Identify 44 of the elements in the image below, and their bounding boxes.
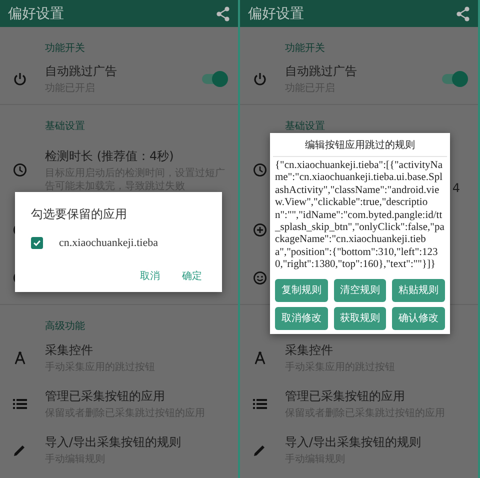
share-icon[interactable] xyxy=(456,6,470,22)
clock-icon xyxy=(12,163,26,177)
dialog-text-button[interactable]: 取消 xyxy=(136,267,164,285)
section-header: 功能开关 xyxy=(45,42,85,55)
clock-icon xyxy=(252,163,266,177)
setting-title[interactable]: 自动跳过广告 xyxy=(285,63,430,80)
rule-action-button[interactable]: 清空规则 xyxy=(334,278,386,302)
checkbox[interactable] xyxy=(31,237,43,249)
rule-action-button[interactable]: 粘贴规则 xyxy=(392,278,445,302)
drafting-compass-icon xyxy=(254,351,266,365)
pencil-icon xyxy=(13,444,26,456)
power-icon xyxy=(252,72,266,86)
rule-action-button[interactable]: 取消修改 xyxy=(275,306,328,330)
rule-action-button[interactable]: 确认修改 xyxy=(392,306,445,330)
rule-action-button[interactable]: 获取规则 xyxy=(334,306,386,330)
setting-title[interactable]: 管理已采集按钮的应用 xyxy=(285,388,466,405)
dialog-text-button[interactable]: 确定 xyxy=(178,267,206,285)
section-header: 基础设置 xyxy=(285,120,325,133)
drafting-compass-icon xyxy=(14,351,26,365)
slider-value: 4 xyxy=(452,181,460,195)
section-header: 功能开关 xyxy=(285,42,325,55)
setting-title[interactable]: 导入/导出采集按钮的规则 xyxy=(45,434,226,451)
app-title: 偏好设置 xyxy=(248,4,304,22)
section-header: 基础设置 xyxy=(45,120,85,133)
power-icon xyxy=(12,72,26,86)
smiley-icon xyxy=(252,271,266,285)
app-title: 偏好设置 xyxy=(8,4,64,22)
rule-text-field[interactable]: {"cn.xiaochuankeji.tieba":[{"activityName":"cn.xiaochuankeji.tieba.ui.base.SplashActivity","className":"android.view.View","clickable":true,"description":"","idName":"com.byted.pangle:id/tt_splash_skip_btn","onlyClick":false,"packageName":"cn.xiaochuankeji.tieba","position":{"bottom":310,"left":1230,"right":1380,"top":160},"text":""}]} xyxy=(273,157,447,275)
list-icon xyxy=(12,398,26,410)
rule-action-button[interactable]: 复制规则 xyxy=(275,278,328,302)
share-icon[interactable] xyxy=(216,6,230,22)
setting-title[interactable]: 检测时长 (推荐值：4秒) xyxy=(45,148,226,164)
setting-title[interactable]: 自动跳过广告 xyxy=(45,63,190,80)
setting-title[interactable]: 导入/导出采集按钮的规则 xyxy=(285,434,466,451)
list-icon xyxy=(252,398,266,410)
option-label[interactable]: cn.xiaochuankeji.tieba xyxy=(59,237,158,249)
dialog-title: 编辑按钮应用跳过的规则 xyxy=(273,133,447,157)
setting-title[interactable]: 管理已采集按钮的应用 xyxy=(45,388,226,405)
dialog-title: 勾选要保留的应用 xyxy=(31,206,128,223)
setting-title[interactable]: 采集控件 xyxy=(285,342,466,359)
plus-circle-icon xyxy=(252,223,266,237)
setting-title[interactable]: 采集控件 xyxy=(45,342,226,359)
pencil-icon xyxy=(253,444,266,456)
section-header: 高级功能 xyxy=(45,320,85,333)
